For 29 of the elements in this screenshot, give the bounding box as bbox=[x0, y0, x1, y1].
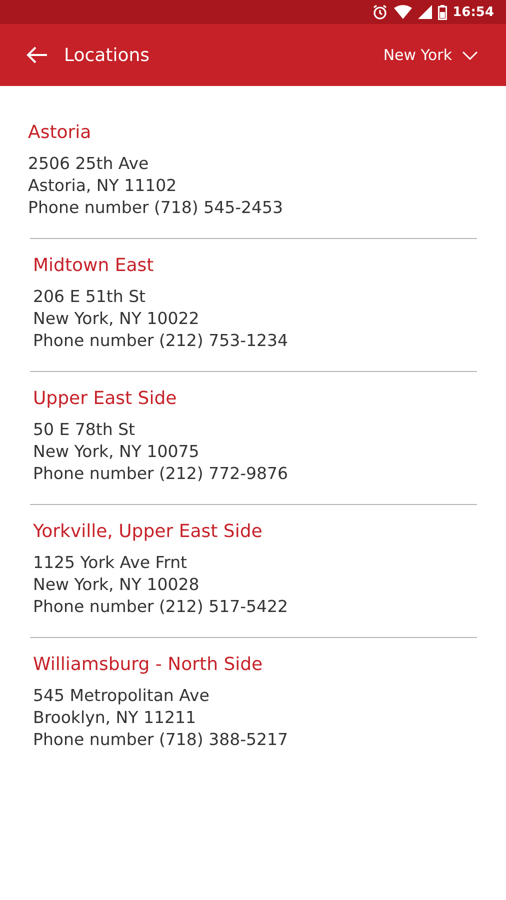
alarm-icon bbox=[372, 4, 388, 20]
address-line: Phone number (718) 388-5217 bbox=[33, 729, 290, 751]
address-line: New York, NY 10075 bbox=[33, 441, 200, 463]
address-line: Phone number (718) 545-2453 bbox=[28, 197, 284, 219]
location-name[interactable]: Astoria bbox=[28, 122, 477, 143]
address-line: 545 Metropolitan Ave bbox=[33, 685, 210, 707]
location-name[interactable]: Midtown East bbox=[33, 255, 477, 276]
address-line: Phone number (212) 772-9876 bbox=[33, 463, 290, 485]
address-line: Brooklyn, NY 11211 bbox=[33, 707, 197, 729]
location-name[interactable]: Upper East Side bbox=[33, 388, 477, 409]
location-name[interactable]: Yorkville, Upper East Side bbox=[33, 521, 477, 542]
signal-icon bbox=[418, 5, 432, 19]
address-line: New York, NY 10022 bbox=[33, 308, 200, 330]
chevron-down-icon bbox=[462, 50, 478, 60]
back-arrow-icon[interactable] bbox=[26, 46, 48, 64]
address-line: Astoria, NY 11102 bbox=[28, 175, 178, 197]
address-line: 1125 York Ave Frnt bbox=[33, 552, 188, 574]
address-line: 2506 25th Ave bbox=[28, 153, 150, 175]
battery-icon bbox=[438, 4, 447, 20]
address-line: 50 E 78th St bbox=[33, 419, 136, 441]
location-name[interactable]: Williamsburg - North Side bbox=[33, 654, 477, 675]
address-line: Phone number (212) 753-1234 bbox=[33, 330, 290, 352]
address-line: 206 E 51th St bbox=[33, 286, 147, 308]
address-line: Phone number (212) 517-5422 bbox=[33, 596, 290, 618]
city-selector[interactable]: New York bbox=[383, 46, 478, 64]
wifi-icon bbox=[394, 5, 412, 19]
status-time: 16:54 bbox=[452, 4, 494, 20]
address-line: New York, NY 10028 bbox=[33, 574, 200, 596]
toolbar-title: Locations bbox=[64, 44, 151, 66]
